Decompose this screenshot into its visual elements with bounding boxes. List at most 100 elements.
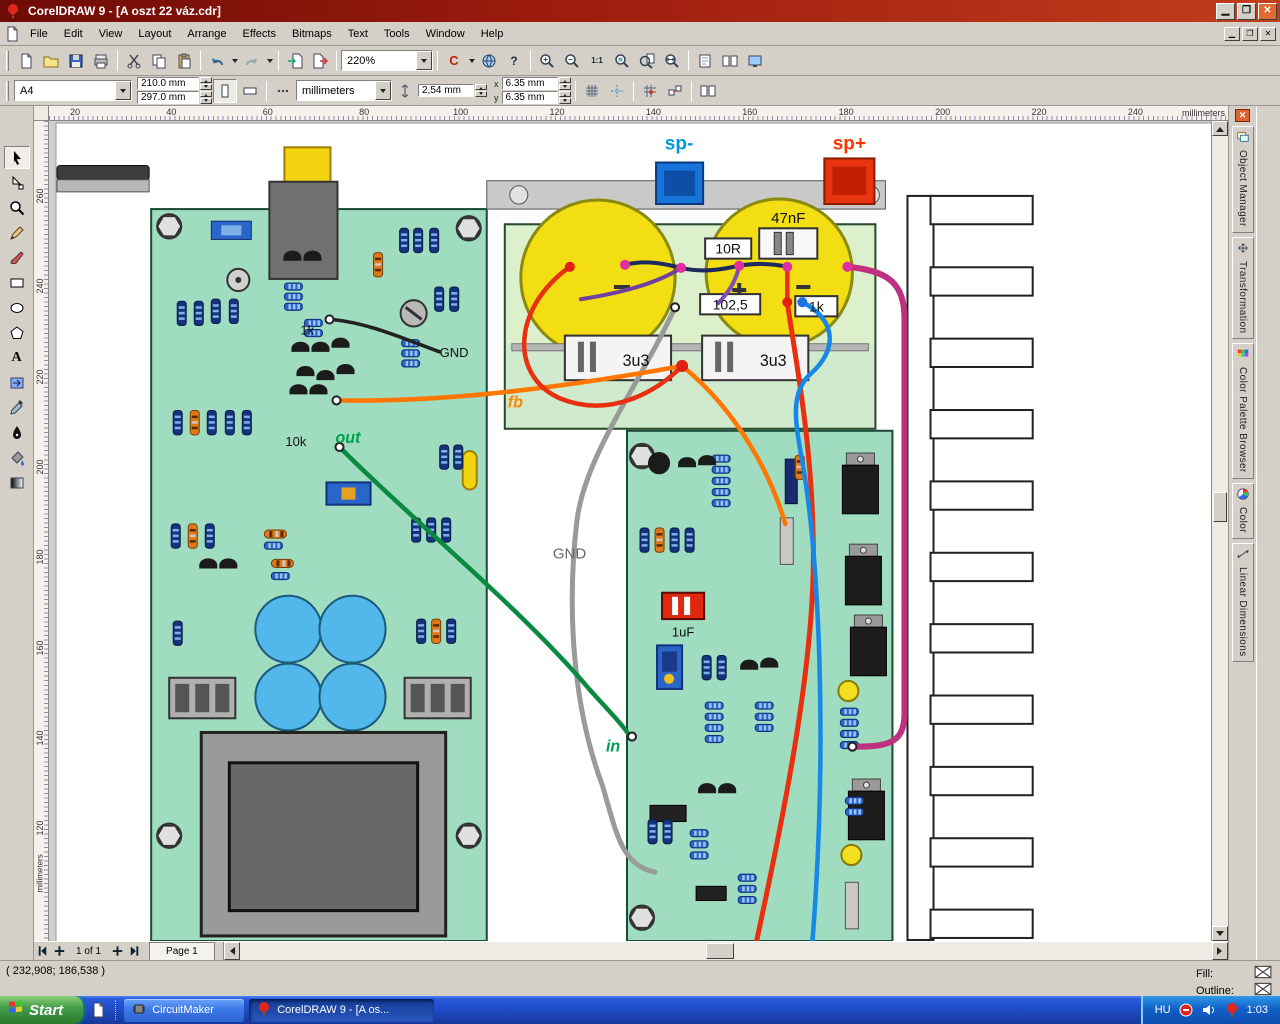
menu-file[interactable]: File [22,24,56,44]
tray-corel-icon[interactable] [1224,1002,1240,1018]
new-button[interactable] [14,48,38,73]
print-button[interactable] [89,48,113,73]
redo-button[interactable] [240,48,264,73]
zoom-in-button[interactable] [535,48,559,73]
units-combo[interactable]: millimeters [296,80,392,101]
child-restore-button[interactable]: ❐ [1242,26,1258,41]
landscape-button[interactable] [238,78,262,103]
undo-button[interactable] [205,48,229,73]
zoom-actual-button[interactable]: 1:1 [585,48,609,73]
outline-tool[interactable] [3,421,30,444]
led-yellow[interactable] [840,843,863,867]
page-tab[interactable]: Page 1 [149,942,215,960]
save-button[interactable] [64,48,88,73]
minimize-button[interactable]: ▁ [1216,2,1235,20]
duplicate-y-field[interactable]: 6.35 mm [501,91,558,104]
paper-width-field[interactable]: 210.0 mm [137,77,199,90]
ruler-corner[interactable] [34,106,49,121]
task-circuitmaker[interactable]: CircuitMaker [124,998,245,1022]
nudge-offset-field[interactable]: 2,54 mm [418,84,474,97]
child-minimize-button[interactable]: ▁ [1224,26,1240,41]
clock[interactable]: 1:03 [1247,1004,1268,1016]
electrolytic-cap[interactable] [254,594,323,664]
import-button[interactable] [283,48,307,73]
nudge-spinner[interactable] [475,84,487,97]
docker-tab-color-palette-browser[interactable]: Color Palette Browser [1231,343,1254,479]
fill-tool[interactable] [3,446,30,469]
normal-view-button[interactable] [693,48,717,73]
power-transistor[interactable] [849,614,887,677]
yellow-connector[interactable] [283,146,332,185]
vertical-scrollbar[interactable] [1211,121,1228,941]
corel-online-button[interactable] [477,48,501,73]
left-pcb[interactable] [150,146,488,941]
first-page-button[interactable] [34,942,51,960]
idc-connector[interactable] [403,676,472,720]
eyedropper-tool[interactable] [3,396,30,419]
power-transistor[interactable] [844,543,882,606]
zoom-to-page-button[interactable] [635,48,659,73]
transformer[interactable] [199,730,448,938]
snap-to-grid-button[interactable] [637,78,662,103]
drawing-canvas[interactable]: sp- sp+ 47nF 10R 102,5 1k 3u3 3u3 1k GND… [49,121,1211,941]
guidelines-setup-button[interactable] [604,78,629,103]
add-page-before-button[interactable] [51,942,68,960]
paper-height-field[interactable]: 297.0 mm [137,91,199,104]
electrolytic-cap[interactable] [318,662,387,732]
language-indicator[interactable]: HU [1155,1004,1171,1016]
paper-width-spinner[interactable] [200,77,212,90]
speaker-terminal-negative[interactable] [655,161,705,206]
horizontal-scrollbar[interactable] [222,942,1228,960]
duplicate-x-spinner[interactable] [558,77,571,90]
electrolytic-cap[interactable] [318,594,387,664]
redo-dropdown[interactable] [265,49,274,73]
menu-layout[interactable]: Layout [130,24,179,44]
docker-tab-linear-dimensions[interactable]: Linear Dimensions [1231,542,1254,663]
electrolytic-cap[interactable] [254,662,323,732]
paper-type-combo[interactable]: A4 [14,80,132,101]
ellipse-tool[interactable] [3,296,30,319]
property-bar-grip[interactable] [6,80,9,101]
drawing-units-button[interactable] [271,78,295,103]
vertical-scroll-thumb[interactable] [1213,491,1227,522]
speaker-terminal-positive[interactable] [823,157,876,206]
grid-setup-button[interactable] [579,78,604,103]
pick-tool[interactable] [3,146,30,169]
export-button[interactable] [308,48,332,73]
power-transistor[interactable] [841,452,879,515]
horizontal-ruler[interactable]: millimeters 20 40 60 80 100 120 140 160 180 200 22… [49,106,1228,121]
text-tool[interactable]: A [3,346,30,369]
rectangle-tool[interactable] [3,271,30,294]
panel-switch[interactable] [56,165,150,193]
menu-arrange[interactable]: Arrange [179,24,234,44]
page-layout-view-button[interactable] [718,48,742,73]
zoom-to-width-button[interactable] [660,48,684,73]
paper-height-spinner[interactable] [200,91,212,104]
snap-to-objects-button[interactable] [662,78,687,103]
quick-launch-icon[interactable] [88,1000,108,1020]
menu-view[interactable]: View [91,24,131,44]
gray-module[interactable] [268,180,339,280]
scroll-up-button[interactable] [1212,121,1228,136]
freehand-tool[interactable] [3,221,30,244]
scroll-down-button[interactable] [1212,926,1228,941]
interactive-fill-tool[interactable] [3,471,30,494]
docker-tab-color[interactable]: Color [1231,482,1254,539]
menu-help[interactable]: Help [473,24,512,44]
child-close-button[interactable]: ✕ [1260,26,1276,41]
menu-tools[interactable]: Tools [376,24,418,44]
zoom-combo-arrow[interactable] [416,51,432,70]
open-button[interactable] [39,48,63,73]
paper-type-arrow[interactable] [115,81,131,100]
last-page-button[interactable] [126,942,144,960]
task-coreldraw[interactable]: CorelDRAW 9 - [A os... [249,998,435,1022]
copy-button[interactable] [147,48,171,73]
options-button[interactable] [695,78,720,103]
zoom-tool[interactable] [3,196,30,219]
duplicate-y-spinner[interactable] [558,91,571,104]
whats-this-button[interactable]: ? [502,48,526,73]
zoom-out-button[interactable] [560,48,584,73]
right-pcb[interactable] [625,429,894,941]
close-button[interactable]: ✕ [1258,2,1277,20]
vertical-ruler[interactable]: millimeters 260 240 220 200 180 160 140 120 [34,121,49,941]
